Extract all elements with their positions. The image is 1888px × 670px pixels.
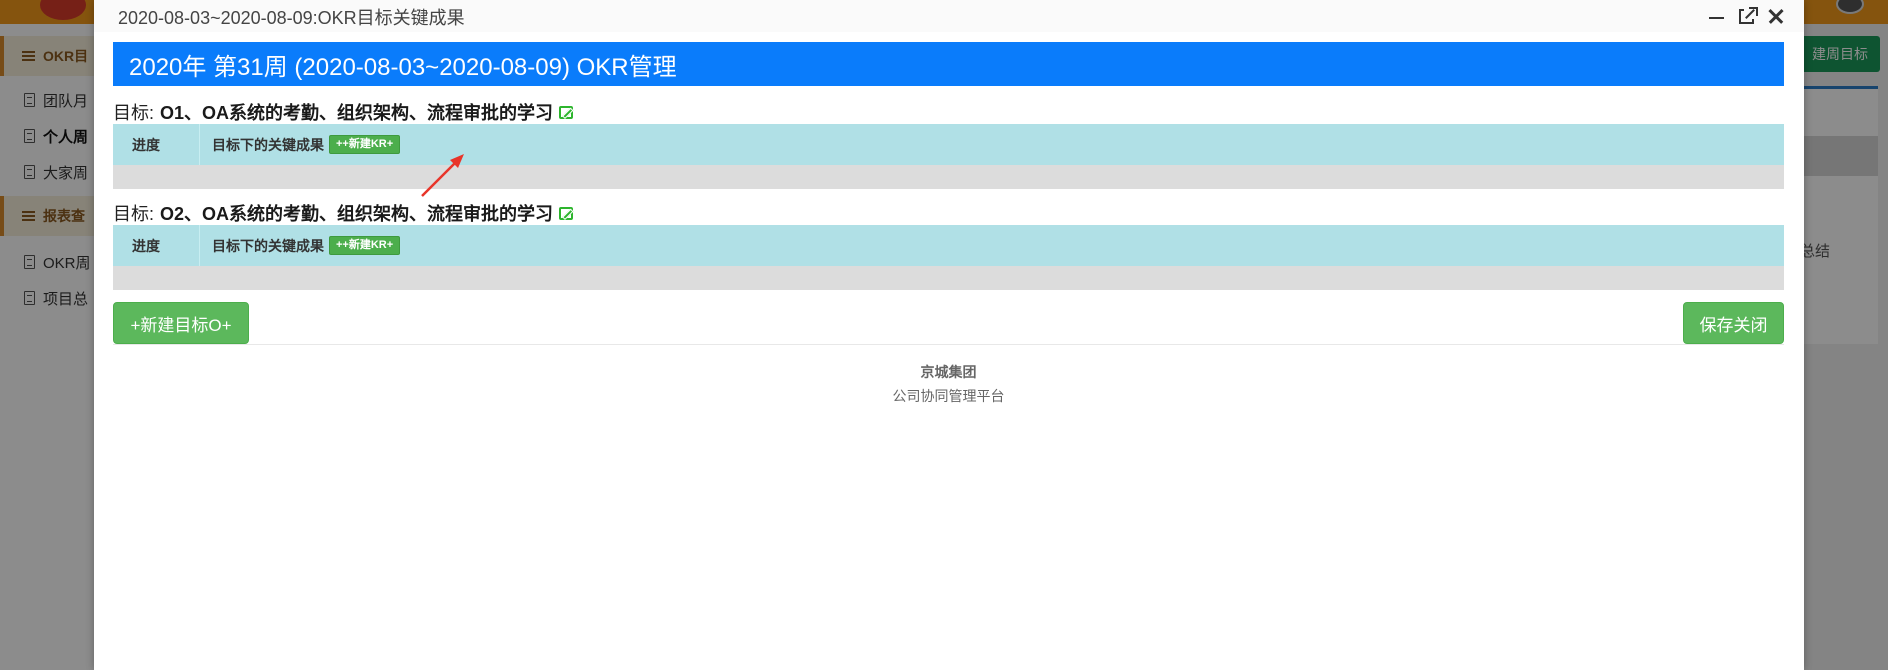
column-key-results: 目标下的关键成果 ++新建KR+: [200, 135, 401, 155]
kr-table-header: 进度 目标下的关键成果 ++新建KR+: [113, 124, 1784, 165]
column-progress: 进度: [113, 225, 200, 266]
new-kr-button[interactable]: ++新建KR+: [329, 236, 401, 255]
column-progress: 进度: [113, 124, 200, 165]
objective-text: O1、OA系统的考勤、组织架构、流程审批的学习: [160, 103, 554, 123]
page-title: 2020年 第31周 (2020-08-03~2020-08-09) OKR管理: [113, 42, 1784, 86]
edit-icon[interactable]: [559, 205, 577, 221]
close-icon[interactable]: [1764, 4, 1788, 28]
column-key-results-label: 目标下的关键成果: [212, 136, 324, 153]
objective-1: 目标: O1、OA系统的考勤、组织架构、流程审批的学习: [113, 99, 577, 125]
new-kr-button[interactable]: ++新建KR+: [329, 135, 401, 154]
modal-titlebar[interactable]: 2020-08-03~2020-08-09:OKR目标关键成果: [94, 0, 1804, 32]
kr-table-body: [113, 266, 1784, 290]
save-close-button[interactable]: 保存关闭: [1683, 302, 1784, 344]
kr-table-header: 进度 目标下的关键成果 ++新建KR+: [113, 225, 1784, 266]
maximize-icon[interactable]: [1734, 4, 1758, 28]
annotation-arrow-icon: [421, 154, 464, 197]
column-key-results: 目标下的关键成果 ++新建KR+: [200, 236, 401, 256]
minimize-icon[interactable]: [1704, 4, 1728, 28]
divider: [113, 344, 1784, 345]
kr-table-1: 进度 目标下的关键成果 ++新建KR+: [113, 124, 1784, 189]
new-objective-button[interactable]: +新建目标O+: [113, 302, 249, 344]
kr-table-body: [113, 165, 1784, 189]
kr-table-2: 进度 目标下的关键成果 ++新建KR+: [113, 225, 1784, 290]
modal-title: 2020-08-03~2020-08-09:OKR目标关键成果: [118, 8, 465, 28]
objective-prefix: 目标:: [113, 103, 155, 123]
footer-platform: 公司协同管理平台: [892, 388, 1005, 404]
objective-text: O2、OA系统的考勤、组织架构、流程审批的学习: [160, 204, 554, 224]
objective-prefix: 目标:: [113, 204, 155, 224]
column-key-results-label: 目标下的关键成果: [212, 237, 324, 254]
objective-2: 目标: O2、OA系统的考勤、组织架构、流程审批的学习: [113, 200, 577, 226]
footer-company: 京城集团: [920, 364, 977, 380]
edit-icon[interactable]: [559, 104, 577, 120]
okr-modal: 2020-08-03~2020-08-09:OKR目标关键成果 2020年 第3…: [94, 0, 1804, 670]
